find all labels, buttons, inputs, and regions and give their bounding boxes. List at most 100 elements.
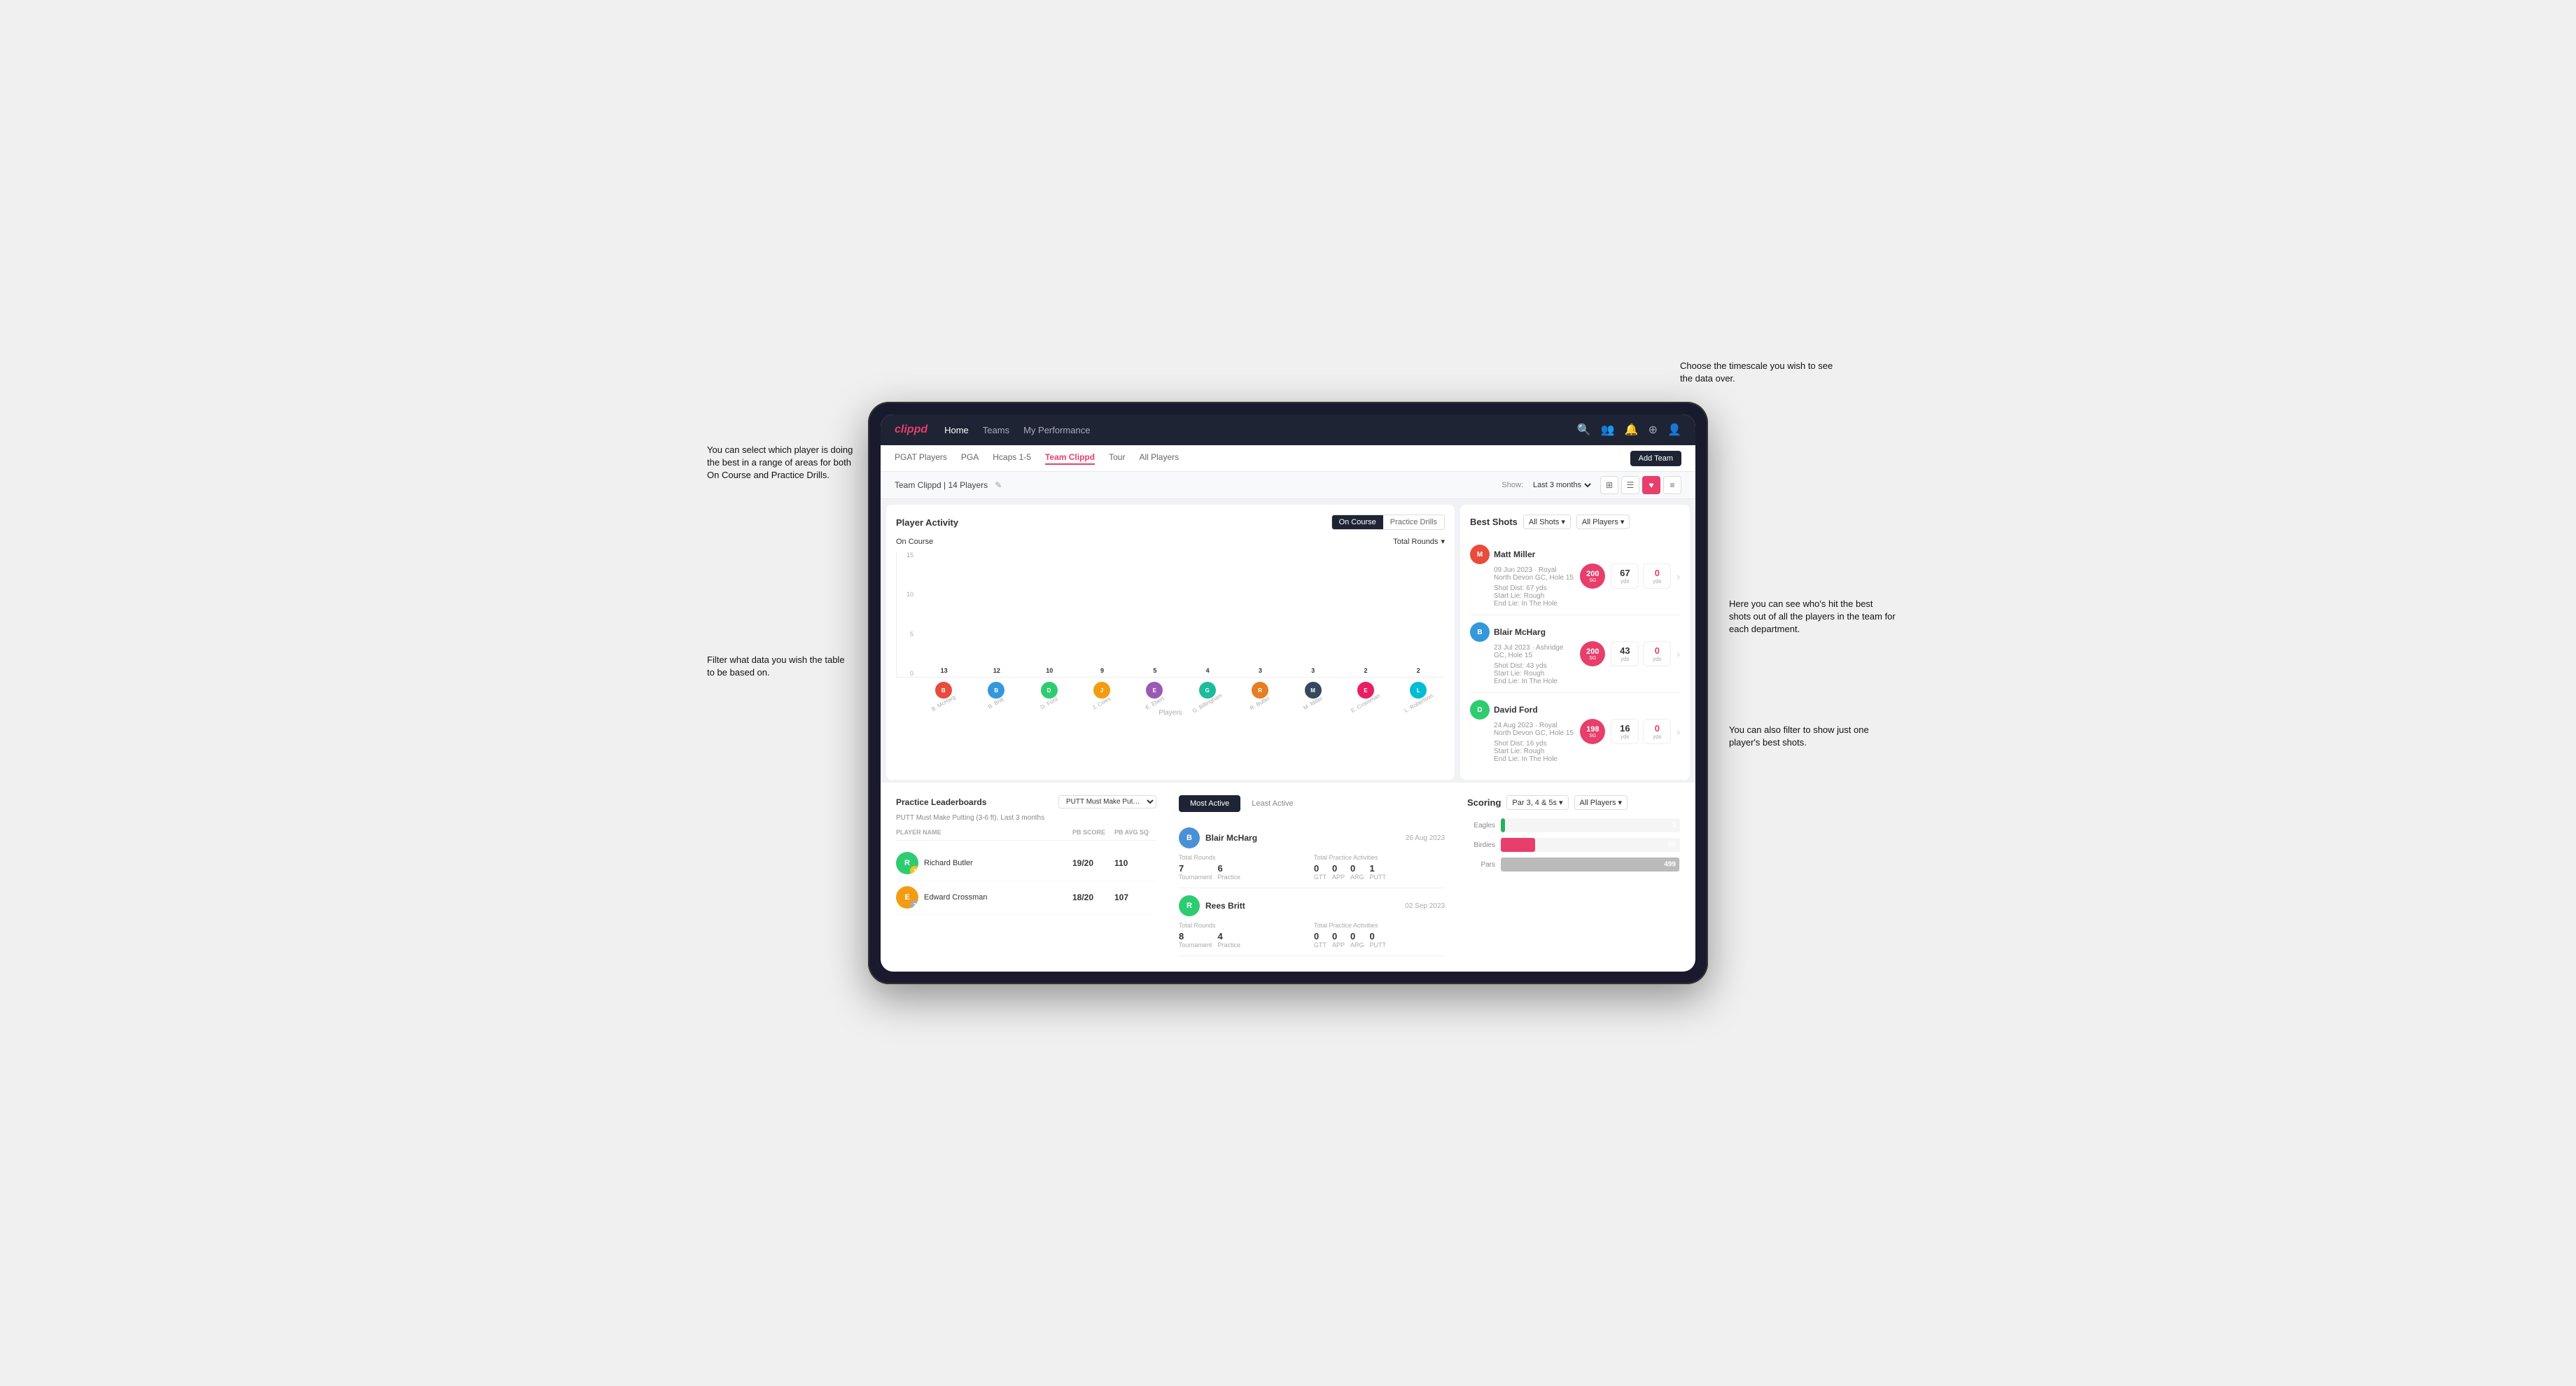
sub-nav: PGAT Players PGA Hcaps 1-5 Team Clippd T…: [881, 445, 1695, 472]
chart-filter[interactable]: Total Rounds ▾: [1393, 537, 1445, 546]
score-bar-fill: [1501, 838, 1535, 852]
pac-avatar: R: [1179, 895, 1200, 916]
annotation-right-middle: Here you can see who's hit the best shot…: [1729, 598, 1897, 636]
pac-arg: 0 ARG: [1350, 863, 1364, 881]
tab-pgat-players[interactable]: PGAT Players: [895, 452, 947, 465]
player-activity-panel: Player Activity On Course Practice Drill…: [886, 505, 1455, 780]
scoring-players-filter[interactable]: All Players ▾: [1574, 795, 1628, 810]
nav-link-performance[interactable]: My Performance: [1023, 425, 1090, 435]
pac-practice-activities: Total Practice Activities 0 GTT 0 APP 0 …: [1314, 922, 1445, 948]
practice-drills-toggle[interactable]: Practice Drills: [1383, 515, 1444, 529]
shot-card[interactable]: M Matt Miller 09 Jun 2023 · Royal North …: [1470, 538, 1680, 615]
lb-avg: 107: [1114, 892, 1156, 902]
pac-putt: 1 PUTT: [1370, 863, 1387, 881]
pac-putt: 0 PUTT: [1370, 931, 1387, 948]
pac-activities-title: Total Practice Activities: [1314, 854, 1445, 861]
chevron-down-icon4: ▾: [1618, 798, 1623, 807]
show-label: Show:: [1502, 481, 1523, 489]
most-active-tab[interactable]: Most Active: [1179, 795, 1240, 812]
chevron-down-icon: ▾: [1561, 517, 1565, 526]
list-view-btn[interactable]: ☰: [1621, 476, 1639, 494]
lb-name: Edward Crossman: [924, 893, 987, 902]
shot-player-name: Blair McHarg: [1494, 627, 1546, 637]
tab-pga[interactable]: PGA: [961, 452, 979, 465]
shot-player-info: D David Ford 24 Aug 2023 · Royal North D…: [1470, 700, 1574, 763]
chevron-right-icon: ›: [1676, 570, 1680, 582]
pac-tournament: 7 Tournament: [1179, 863, 1212, 881]
annotation-left-bottom: Filter what data you wish the table to b…: [707, 654, 847, 679]
pac-activities-title: Total Practice Activities: [1314, 922, 1445, 929]
lb-score: 19/20: [1072, 858, 1114, 868]
on-course-toggle[interactable]: On Course: [1332, 515, 1383, 529]
practice-subtitle: PUTT Must Make Putting (3-6 ft), Last 3 …: [896, 814, 1156, 822]
annotation-top-right: Choose the timescale you wish to see the…: [1680, 360, 1834, 385]
lb-score: 18/20: [1072, 892, 1114, 902]
least-active-tab[interactable]: Least Active: [1240, 795, 1304, 812]
shot-stat-label-1: yds: [1620, 578, 1629, 584]
shot-badge-sub: SG: [1589, 734, 1596, 738]
par-filter[interactable]: Par 3, 4 & 5s ▾: [1506, 795, 1568, 810]
pac-rounds-title: Total Rounds: [1179, 854, 1310, 861]
score-label: Birdies: [1467, 841, 1495, 849]
all-players-filter[interactable]: All Players ▾: [1576, 514, 1630, 529]
leaderboard-player: E 2 Edward Crossman: [896, 886, 1072, 909]
nav-link-teams[interactable]: Teams: [983, 425, 1009, 435]
search-icon-btn[interactable]: 🔍: [1577, 423, 1591, 437]
nav-logo: clippd: [895, 424, 927, 436]
leaderboard-row[interactable]: E 2 Edward Crossman 18/20 107: [896, 881, 1156, 915]
pac-header: B Blair McHarg 26 Aug 2023: [1179, 827, 1445, 848]
card-view-btn[interactable]: ♥: [1642, 476, 1660, 494]
user-icon-btn[interactable]: 👤: [1667, 423, 1681, 437]
shot-stat-value-2: 0: [1655, 723, 1660, 734]
drill-select[interactable]: PUTT Must Make Putting ...: [1058, 795, 1156, 808]
nav-link-home[interactable]: Home: [944, 425, 969, 435]
score-label: Pars: [1467, 861, 1495, 869]
pac-app: 0 APP: [1332, 863, 1345, 881]
shot-card[interactable]: B Blair McHarg 23 Jul 2023 · Ashridge GC…: [1470, 615, 1680, 693]
pac-name: Blair McHarg: [1205, 833, 1400, 843]
add-team-button[interactable]: Add Team: [1630, 451, 1681, 466]
shot-avatar: B: [1470, 622, 1490, 642]
annotation-left-top: You can select which player is doing the…: [707, 444, 854, 482]
pac-tournament: 8 Tournament: [1179, 931, 1212, 948]
shot-card[interactable]: D David Ford 24 Aug 2023 · Royal North D…: [1470, 693, 1680, 770]
bar-value: 3: [1259, 667, 1262, 674]
leaderboard-row[interactable]: R 1 Richard Butler 19/20 110: [896, 846, 1156, 881]
all-shots-filter[interactable]: All Shots ▾: [1523, 514, 1571, 529]
bell-icon-btn[interactable]: 🔔: [1625, 423, 1639, 437]
tab-tour[interactable]: Tour: [1109, 452, 1125, 465]
pac-activities-row: 0 GTT 0 APP 0 ARG 0 PUTT: [1314, 931, 1445, 948]
shot-stat-box-2: 0 yds: [1643, 719, 1671, 744]
pac-gtt: 0 GTT: [1314, 931, 1326, 948]
people-icon-btn[interactable]: 👥: [1601, 423, 1615, 437]
shot-detail-text: Shot Dist: 43 yds Start Lie: Rough End L…: [1494, 662, 1574, 685]
bar-value: 2: [1417, 667, 1420, 674]
shot-stats: 43 yds 0 yds: [1611, 641, 1671, 666]
score-row: Birdies 96: [1467, 838, 1680, 852]
shot-badge-sub: SG: [1589, 656, 1596, 661]
pac-arg: 0 ARG: [1350, 931, 1364, 948]
shot-detail-text: Shot Dist: 67 yds Start Lie: Rough End L…: [1494, 584, 1574, 608]
score-bar-container: 3: [1501, 818, 1680, 832]
pac-total-rounds: Total Rounds 7 Tournament 6 Practice: [1179, 854, 1310, 881]
pac-avatar: B: [1179, 827, 1200, 848]
shot-badge-sub: SG: [1589, 578, 1596, 583]
chart-container: 15 10 5 0 1312109543322 BBDJEGRMEL B. Mc…: [896, 552, 1445, 717]
shot-avatar: D: [1470, 700, 1490, 720]
show-select[interactable]: Last 3 months Last 6 months Last year: [1530, 480, 1593, 490]
scoring-chart: Eagles 3 Birdies 96 Pars 499: [1467, 818, 1680, 872]
chevron-down-icon2: ▾: [1620, 517, 1625, 526]
table-view-btn[interactable]: ≡: [1663, 476, 1681, 494]
shot-stat-box-1: 43 yds: [1611, 641, 1639, 666]
bar-value: 13: [941, 667, 948, 674]
add-circle-icon-btn[interactable]: ⊕: [1648, 423, 1658, 437]
shot-player-name: David Ford: [1494, 705, 1538, 715]
shot-player-name-row: M Matt Miller: [1470, 545, 1574, 564]
tab-all-players[interactable]: All Players: [1139, 452, 1179, 465]
edit-icon[interactable]: ✎: [995, 480, 1002, 490]
practice-header: Practice Leaderboards PUTT Must Make Put…: [896, 795, 1156, 808]
tab-hcaps[interactable]: Hcaps 1-5: [993, 452, 1031, 465]
grid-view-btn[interactable]: ⊞: [1600, 476, 1618, 494]
chart-subheader: On Course Total Rounds ▾: [896, 537, 1445, 546]
tab-team-clippd[interactable]: Team Clippd: [1045, 452, 1095, 465]
